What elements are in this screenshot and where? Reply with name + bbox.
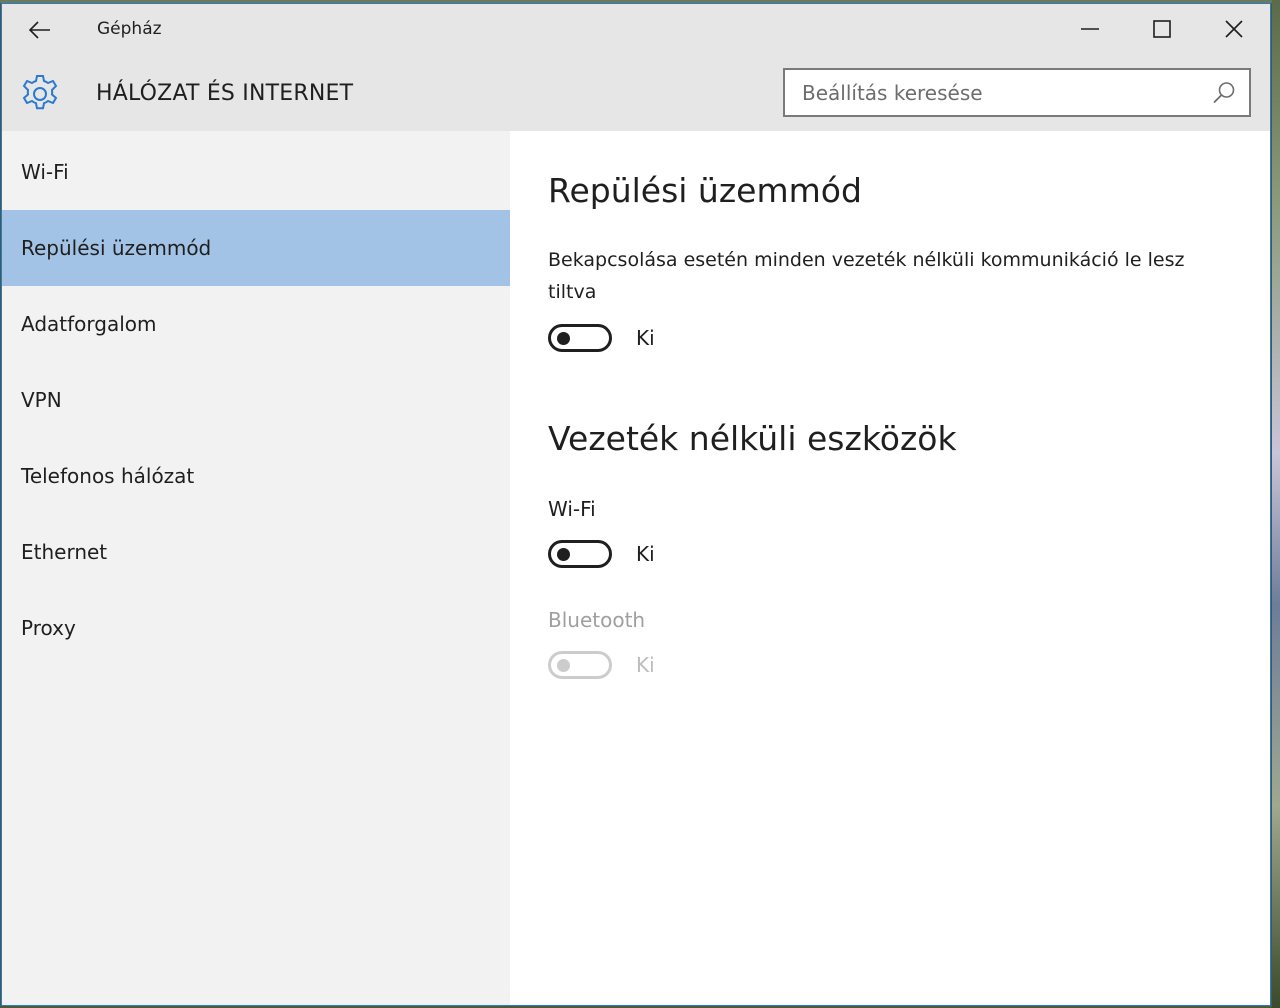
bluetooth-label: Bluetooth — [548, 608, 646, 632]
wifi-setting: Ki — [548, 537, 655, 571]
search-box — [783, 68, 1251, 117]
bluetooth-state: Ki — [636, 653, 655, 677]
wifi-state: Ki — [636, 542, 655, 566]
toggle-knob — [557, 332, 570, 345]
sidebar-item-label: Telefonos hálózat — [21, 464, 195, 488]
airplane-mode-state: Ki — [636, 326, 655, 350]
settings-window: Gépház HÁLÓZAT ÉS INTERNET Beállítás ker… — [1, 3, 1271, 1006]
minimize-icon — [1081, 28, 1099, 30]
toggle-knob — [557, 659, 570, 672]
wifi-label: Wi-Fi — [548, 497, 596, 521]
airplane-mode-heading: Repülési üzemmód — [548, 171, 862, 210]
sidebar: Wi-Fi Repülési üzemmód Adatforgalom VPN … — [2, 131, 510, 1005]
maximize-button[interactable] — [1126, 4, 1198, 54]
app-title: Gépház — [97, 19, 162, 39]
back-button[interactable] — [22, 12, 58, 48]
back-arrow-icon — [29, 21, 50, 39]
toggle-knob — [557, 548, 570, 561]
search-input[interactable] — [785, 69, 1211, 116]
search-icon[interactable] — [1211, 80, 1237, 106]
close-icon — [1225, 20, 1243, 38]
sidebar-item-label: Wi-Fi — [21, 160, 69, 184]
airplane-mode-setting: Ki — [548, 321, 655, 355]
sidebar-item-label: Repülési üzemmód — [21, 236, 212, 260]
sidebar-item-label: Ethernet — [21, 540, 108, 564]
minimize-button[interactable] — [1054, 4, 1126, 54]
title-bar: Gépház — [2, 4, 1270, 54]
sidebar-item-dial-up[interactable]: Telefonos hálózat — [2, 438, 510, 514]
sidebar-item-wifi[interactable]: Wi-Fi — [2, 134, 510, 210]
sidebar-item-label: Proxy — [21, 616, 76, 640]
sidebar-item-airplane-mode[interactable]: Repülési üzemmód — [2, 210, 510, 286]
gear-icon — [22, 75, 58, 110]
wifi-toggle[interactable] — [548, 540, 612, 568]
airplane-mode-description: Bekapcsolása esetén minden vezeték nélkü… — [548, 249, 1185, 303]
desktop-background — [1272, 0, 1280, 1008]
bluetooth-toggle — [548, 651, 612, 679]
maximize-icon — [1153, 20, 1171, 38]
sidebar-item-label: VPN — [21, 388, 62, 412]
sidebar-item-proxy[interactable]: Proxy — [2, 590, 510, 666]
content-pane: Repülési üzemmód Bekapcsolása esetén min… — [510, 131, 1270, 1005]
section-title: HÁLÓZAT ÉS INTERNET — [96, 81, 354, 106]
sidebar-item-ethernet[interactable]: Ethernet — [2, 514, 510, 590]
bluetooth-setting: Ki — [548, 648, 655, 682]
wireless-devices-heading: Vezeték nélküli eszközök — [548, 419, 957, 458]
close-button[interactable] — [1198, 4, 1270, 54]
airplane-mode-toggle[interactable] — [548, 324, 612, 352]
sidebar-item-vpn[interactable]: VPN — [2, 362, 510, 438]
sidebar-item-data-usage[interactable]: Adatforgalom — [2, 286, 510, 362]
sidebar-item-label: Adatforgalom — [21, 312, 157, 336]
settings-header: HÁLÓZAT ÉS INTERNET — [2, 54, 1270, 131]
